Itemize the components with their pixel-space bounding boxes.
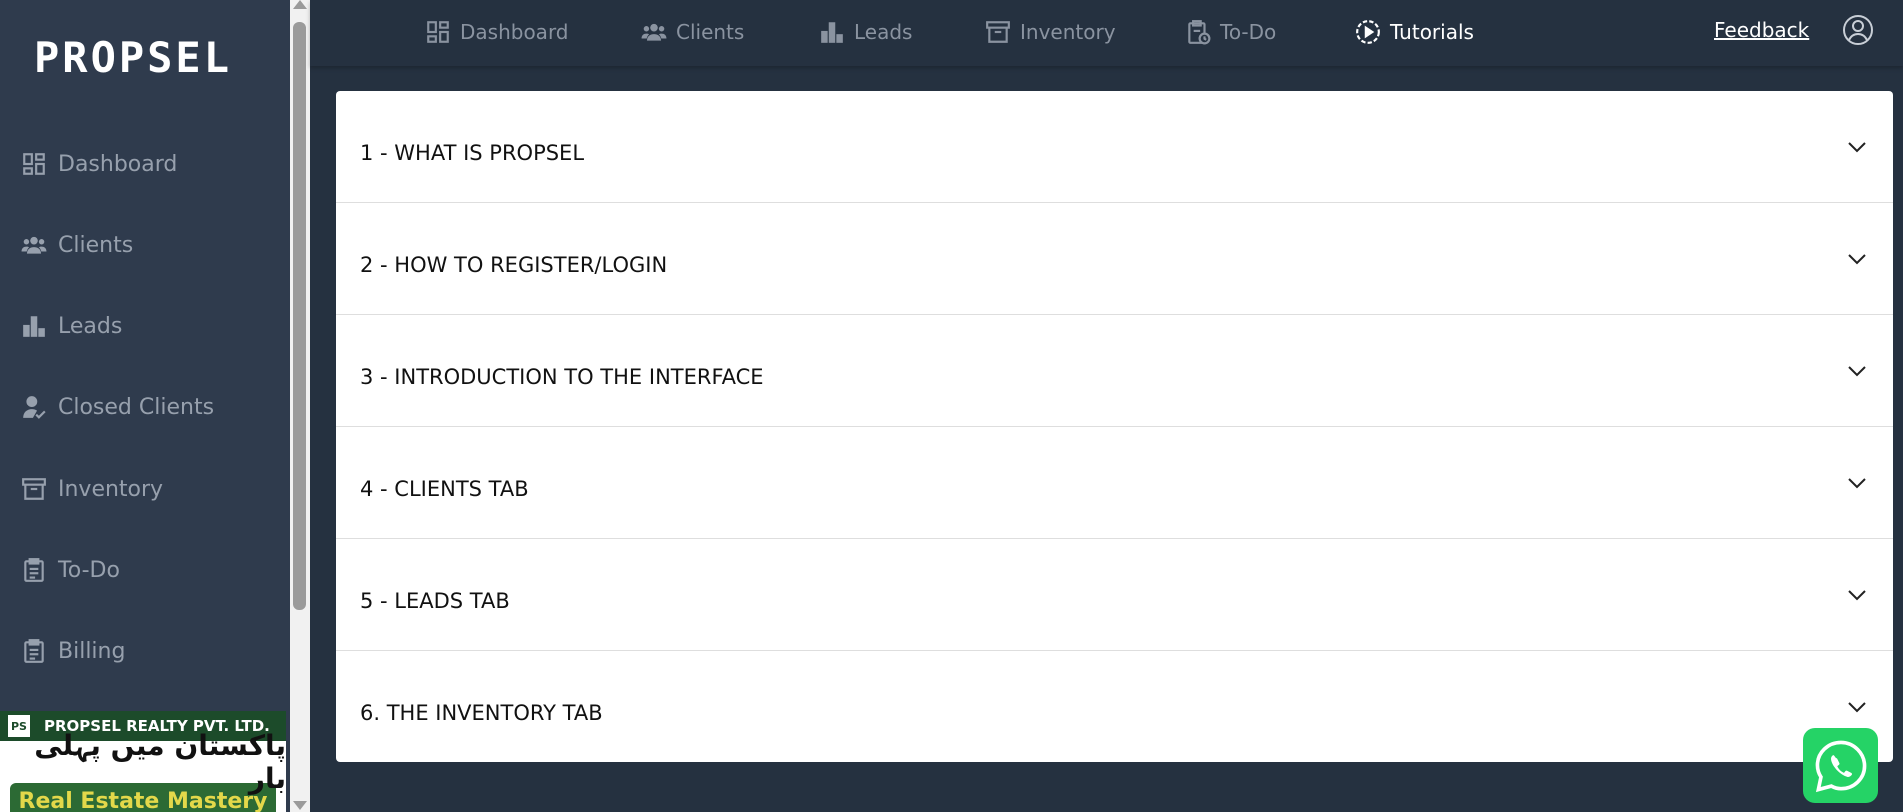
accordion-item[interactable]: 3 - INTRODUCTION TO THE INTERFACE [336,315,1893,427]
accordion-title: 2 - HOW TO REGISTER/LOGIN [360,252,668,277]
sidebar: PROPSEL Dashboard Clients Leads Closed C… [0,0,286,812]
tab-label: Clients [676,20,745,44]
scrollbar-thumb[interactable] [293,22,306,610]
archive-icon [984,18,1012,46]
logo-text: PROPSEL [34,33,233,82]
sidebar-item-inventory[interactable]: Inventory [20,469,163,509]
sidebar-item-leads[interactable]: Leads [20,306,122,346]
chevron-down-icon[interactable] [1845,471,1869,495]
sidebar-item-label: Leads [58,313,123,339]
clipboard-icon [20,556,48,584]
tab-leads[interactable]: Leads [818,16,912,48]
tab-label: Dashboard [460,20,569,44]
chevron-down-icon[interactable] [1845,359,1869,383]
accordion-item[interactable]: 4 - CLIENTS TAB [336,427,1893,539]
accordion-title: 1 - WHAT IS PROPSEL [360,140,585,165]
sidebar-item-billing[interactable]: Billing [20,631,125,671]
dashboard-icon [20,150,48,178]
accordion-title: 4 - CLIENTS TAB [360,476,529,501]
bar-chart-icon [818,18,846,46]
accordion-title: 3 - INTRODUCTION TO THE INTERFACE [360,364,764,389]
scroll-up-arrow-icon[interactable] [293,0,307,9]
banner-bottom-text: Real Estate Mastery [18,789,268,812]
banner-urdu-text: پاکستان میں پہلی بار [34,729,286,795]
chevron-down-icon[interactable] [1845,583,1869,607]
clipboard-clock-icon [1184,18,1212,46]
clipboard-icon [20,637,48,665]
sidebar-item-label: Clients [58,232,134,258]
sidebar-item-label: Closed Clients [58,394,215,420]
sidebar-item-label: Inventory [58,476,164,502]
scroll-down-arrow-icon[interactable] [293,801,307,810]
sidebar-item-closed-clients[interactable]: Closed Clients [20,387,214,427]
accordion-item[interactable]: 5 - LEADS TAB [336,539,1893,651]
sidebar-item-todo[interactable]: To-Do [20,550,120,590]
user-check-icon [20,393,48,421]
tab-tutorials[interactable]: Tutorials [1354,16,1474,48]
whatsapp-icon [1815,740,1866,792]
user-profile-icon[interactable] [1842,14,1874,46]
users-icon [640,18,668,46]
tab-todo[interactable]: To-Do [1184,16,1276,48]
tab-clients[interactable]: Clients [640,16,744,48]
sidebar-item-clients[interactable]: Clients [20,225,133,265]
top-navigation: Dashboard Clients Leads Inventory To-Do … [310,0,1903,66]
accordion-item[interactable]: 2 - HOW TO REGISTER/LOGIN [336,203,1893,315]
accordion-title: 6. THE INVENTORY TAB [360,701,603,725]
chevron-down-icon[interactable] [1845,247,1869,271]
tutorials-accordion: 1 - WHAT IS PROPSEL 2 - HOW TO REGISTER/… [336,91,1893,762]
whatsapp-button[interactable] [1803,728,1878,803]
bar-chart-icon [20,312,48,340]
dashboard-icon [424,18,452,46]
users-icon [20,231,48,259]
accordion-item[interactable]: 6. THE INVENTORY TAB [336,651,1893,762]
chevron-down-icon[interactable] [1845,695,1869,719]
feedback-link[interactable]: Feedback [1714,18,1809,42]
archive-icon [20,475,48,503]
tab-inventory[interactable]: Inventory [984,16,1116,48]
tab-label: Leads [854,20,913,44]
accordion-title: 5 - LEADS TAB [360,588,510,613]
promo-banner[interactable]: PS PROPSEL REALTY PVT. LTD. پاکستان میں … [0,711,286,812]
sidebar-item-dashboard[interactable]: Dashboard [20,144,177,184]
tab-label: Inventory [1020,20,1116,44]
sidebar-item-label: Billing [58,638,126,664]
accordion-item[interactable]: 1 - WHAT IS PROPSEL [336,91,1893,203]
tab-dashboard[interactable]: Dashboard [424,16,569,48]
play-circle-icon [1354,18,1382,46]
tab-label: To-Do [1220,20,1277,44]
sidebar-item-label: Dashboard [58,151,178,177]
tab-label: Tutorials [1390,20,1474,44]
app-logo[interactable]: PROPSEL [34,36,256,80]
chevron-down-icon[interactable] [1845,135,1869,159]
sidebar-item-label: To-Do [58,557,120,583]
